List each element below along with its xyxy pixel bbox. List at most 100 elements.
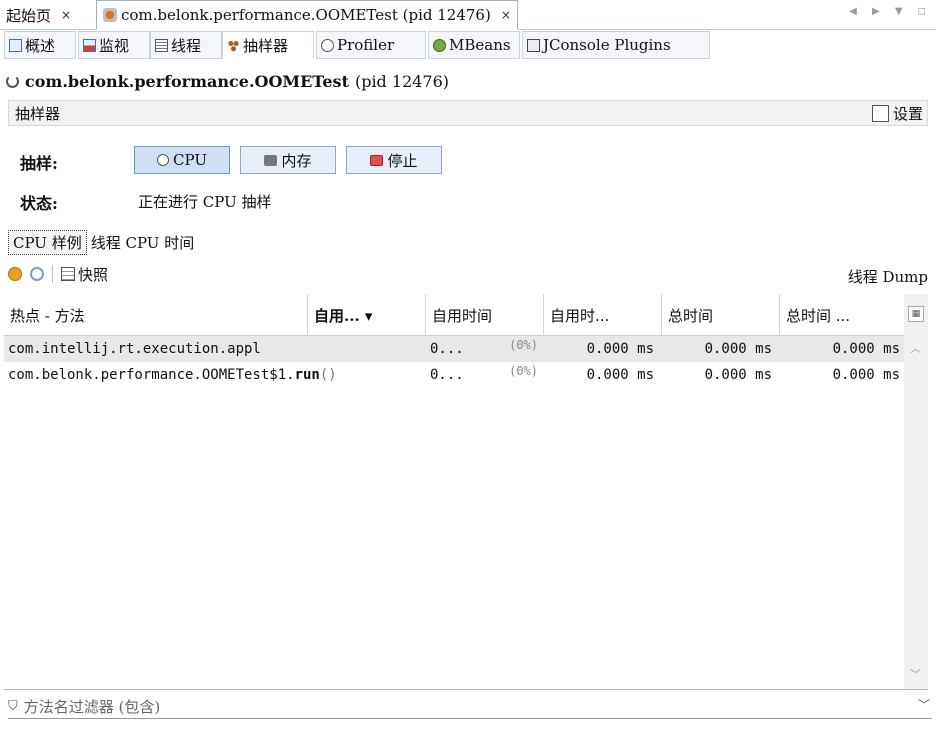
self-cpu-cell: 0.000 ms xyxy=(586,341,654,357)
tab-cpu-samples[interactable]: CPU 样例 xyxy=(8,230,87,255)
scroll-up-icon[interactable]: ︿ xyxy=(910,340,921,356)
vertical-scrollbar[interactable]: ▦ ︿ ﹀ xyxy=(904,294,928,689)
status-label: 状态: xyxy=(20,194,58,213)
result-tabs: CPU 样例 线程 CPU 时间 xyxy=(8,230,198,255)
monitor-icon xyxy=(83,38,96,52)
method-cell: com.belonk.performance.OOMETest$1. run () xyxy=(8,362,418,388)
memory-icon xyxy=(264,154,278,166)
column-self-cpu[interactable]: 自用时... xyxy=(544,294,662,336)
method-highlight: run xyxy=(294,367,320,383)
table-row[interactable]: com.belonk.performance.OOMETest$1. run ()… xyxy=(4,362,908,388)
column-self-time[interactable]: 自用时间 xyxy=(426,294,544,336)
snapshot-label: 快照 xyxy=(78,265,109,284)
method-cell: com.intellij.rt.execution.appl xyxy=(8,336,308,362)
total-cell: 0.000 ms xyxy=(704,341,772,357)
self-value: 0... xyxy=(430,367,464,383)
tab-label: 起始页 xyxy=(6,6,52,25)
stop-icon xyxy=(370,154,384,166)
process-name: com.belonk.performance.OOMETest xyxy=(25,72,349,91)
tab-start-page[interactable]: 起始页 × xyxy=(0,0,77,30)
settings-toggle[interactable]: 设置 xyxy=(871,103,923,124)
tab-label: 概述 xyxy=(25,36,56,55)
tab-label: Profiler xyxy=(337,36,395,54)
table-header: 热点 - 方法 自用... ▾ 自用时间 自用时... 总时间 总时间 ... xyxy=(4,294,908,336)
sampler-icon xyxy=(227,38,240,52)
section-title: 抽样器 xyxy=(15,104,61,123)
status-value: 正在进行 CPU 抽样 xyxy=(138,193,272,211)
table-divider xyxy=(4,689,928,690)
refresh-icon[interactable] xyxy=(30,267,44,281)
thread-dump-button[interactable]: 线程 Dump xyxy=(848,266,928,287)
tab-monitor[interactable]: 监视 xyxy=(78,31,150,59)
profiler-icon xyxy=(321,38,334,52)
column-selector-icon[interactable]: ▦ xyxy=(908,306,924,322)
column-self[interactable]: 自用... ▾ xyxy=(308,294,426,336)
total-cpu-cell: 0.000 ms xyxy=(832,341,900,357)
process-pid: (pid 12476) xyxy=(354,72,450,91)
filter-icon: ⛉ xyxy=(8,698,18,714)
tab-label: 抽样器 xyxy=(243,36,289,55)
memory-button[interactable]: 内存 xyxy=(240,146,336,174)
sample-label: 抽样: xyxy=(20,154,58,173)
column-total-time[interactable]: 总时间 xyxy=(662,294,780,336)
tab-label: JConsole Plugins xyxy=(543,36,671,54)
close-icon[interactable]: × xyxy=(61,8,71,22)
spinner-icon xyxy=(6,75,19,88)
cpu-button-label: CPU xyxy=(173,151,207,169)
scroll-down-icon[interactable]: ﹀ xyxy=(910,666,921,682)
cpu-button[interactable]: CPU xyxy=(134,146,230,174)
view-tab-bar: 概述 监视 线程 抽样器 Profiler MBeans JConsole Pl… xyxy=(0,31,936,59)
tab-process[interactable]: com.belonk.performance.OOMETest (pid 124… xyxy=(96,0,518,30)
document-tab-bar: 起始页 × com.belonk.performance.OOMETest (p… xyxy=(0,0,936,30)
chevron-down-icon[interactable]: ﹀ xyxy=(918,696,930,713)
results-toolbar: 快照 xyxy=(8,262,928,286)
filter-placeholder: 方法名过滤器 (包含) xyxy=(23,697,161,716)
self-percent: (0%) xyxy=(509,364,538,378)
self-cpu-cell: 0.000 ms xyxy=(586,367,654,383)
tab-mbeans[interactable]: MBeans xyxy=(428,31,520,59)
column-method[interactable]: 热点 - 方法 xyxy=(4,294,308,336)
snapshot-button[interactable]: 快照 xyxy=(61,264,108,285)
self-cell: 0... (0%) xyxy=(430,362,544,388)
total-cell: 0.000 ms xyxy=(704,367,772,383)
pause-icon[interactable] xyxy=(8,267,22,281)
memory-button-label: 内存 xyxy=(281,151,312,170)
tab-sampler[interactable]: 抽样器 xyxy=(222,31,314,59)
total-cpu-cell: 0.000 ms xyxy=(832,367,900,383)
snapshot-icon xyxy=(61,267,75,281)
plugins-icon xyxy=(527,38,540,52)
java-icon xyxy=(103,8,117,22)
tab-thread-cpu-time[interactable]: 线程 CPU 时间 xyxy=(87,230,198,255)
section-header: 抽样器 设置 xyxy=(8,100,928,126)
mbeans-icon xyxy=(433,38,446,52)
self-percent: (0%) xyxy=(509,338,538,352)
close-icon[interactable]: × xyxy=(501,8,511,22)
overview-icon xyxy=(9,38,22,52)
column-total-cpu[interactable]: 总时间 ... xyxy=(780,294,908,336)
stop-button-label: 停止 xyxy=(387,151,418,170)
filter-underline xyxy=(8,718,932,719)
table-row[interactable]: com.intellij.rt.execution.appl 0... (0%)… xyxy=(4,336,908,362)
method-name: com.intellij.rt.execution.appl xyxy=(8,341,261,357)
window-controls[interactable]: ◀ ▶ ▼ ◻ xyxy=(849,6,932,17)
process-title: com.belonk.performance.OOMETest (pid 124… xyxy=(6,72,449,91)
hotspots-table: 热点 - 方法 自用... ▾ 自用时间 自用时... 总时间 总时间 ... … xyxy=(4,294,908,689)
tab-label: com.belonk.performance.OOMETest (pid 124… xyxy=(121,6,491,24)
method-filter[interactable]: ⛉ 方法名过滤器 (包含) xyxy=(8,694,932,718)
tab-label: 监视 xyxy=(99,36,130,55)
threads-icon xyxy=(155,38,168,52)
tab-jconsole-plugins[interactable]: JConsole Plugins xyxy=(522,31,710,59)
tab-threads[interactable]: 线程 xyxy=(150,31,222,59)
method-suffix: () xyxy=(319,367,337,383)
tab-label: MBeans xyxy=(449,36,511,54)
self-value: 0... xyxy=(430,341,464,357)
self-cell: 0... (0%) xyxy=(430,336,544,362)
settings-label: 设置 xyxy=(892,105,923,123)
settings-checkbox[interactable] xyxy=(871,105,889,122)
toolbar-separator xyxy=(52,265,53,283)
tab-overview[interactable]: 概述 xyxy=(4,31,76,59)
clock-icon xyxy=(157,154,170,166)
tab-profiler[interactable]: Profiler xyxy=(316,31,426,59)
tab-label: 线程 xyxy=(171,36,202,55)
stop-button[interactable]: 停止 xyxy=(346,146,442,174)
